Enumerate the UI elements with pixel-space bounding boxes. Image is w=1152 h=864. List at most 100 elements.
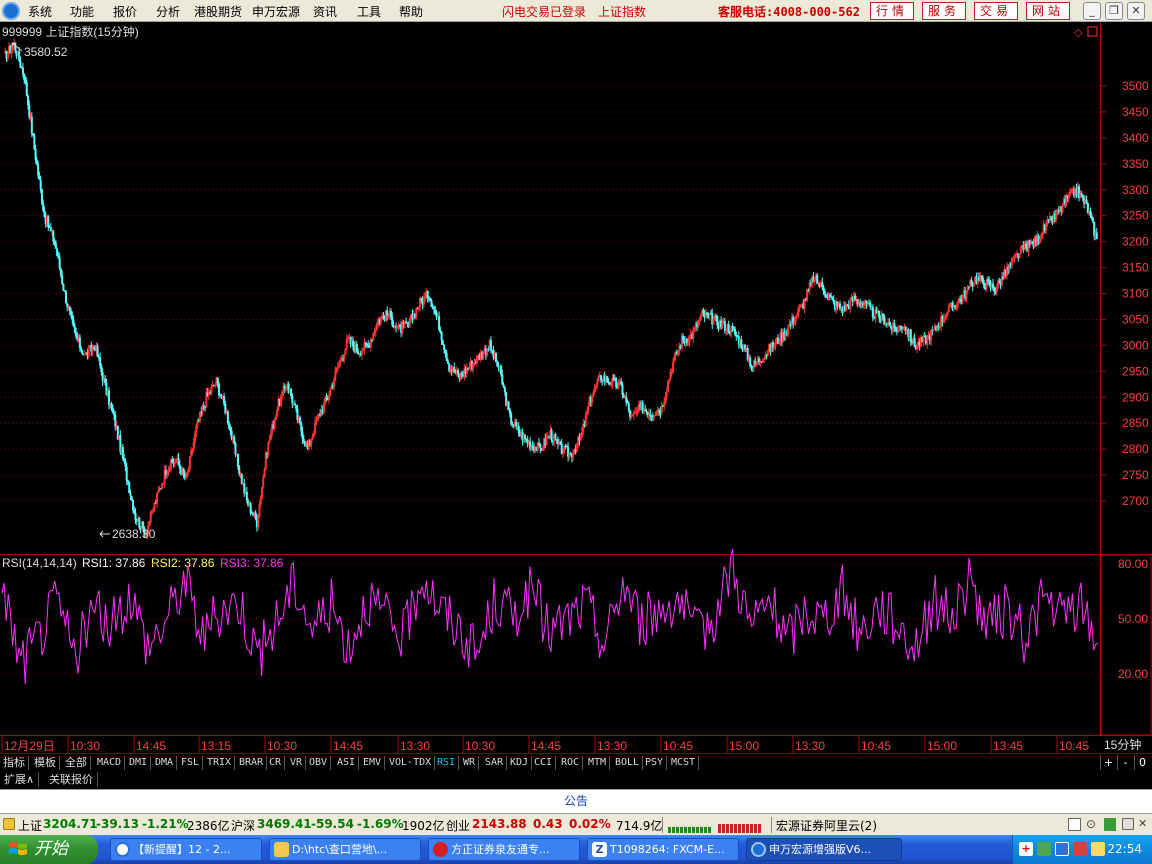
- menu-news[interactable]: 资讯: [313, 3, 337, 20]
- settings-icon[interactable]: [1122, 818, 1134, 830]
- indicator-tab-rsi[interactable]: RSI: [434, 756, 460, 770]
- candle-body: [422, 297, 425, 305]
- indicator-tab-brar[interactable]: BRAR: [236, 756, 268, 770]
- start-button[interactable]: 开始: [0, 835, 98, 864]
- menu-function[interactable]: 功能: [70, 3, 94, 20]
- candle-body: [405, 321, 408, 323]
- time-label: 13:30: [795, 739, 825, 753]
- close-icon[interactable]: ✕: [1127, 2, 1145, 20]
- menu-analysis[interactable]: 分析: [156, 3, 180, 20]
- candle-body: [794, 316, 797, 322]
- indicator-tab--[interactable]: 全部: [62, 756, 91, 770]
- candle-body: [228, 423, 231, 429]
- indicator-tab-mtm[interactable]: MTM: [585, 756, 611, 770]
- taskbar-item-folder[interactable]: D:\htc\查口营地\...: [269, 838, 421, 861]
- indicator-tab-vol-tdx[interactable]: VOL-TDX: [386, 756, 436, 770]
- breadth-bar: [680, 827, 683, 833]
- candle-body: [35, 160, 38, 165]
- indicator-tab-dma[interactable]: DMA: [152, 756, 178, 770]
- menu-quote[interactable]: 报价: [113, 3, 137, 20]
- candle-body: [245, 491, 248, 501]
- website-button[interactable]: 网站: [1026, 2, 1070, 20]
- reset-button[interactable]: 0: [1134, 755, 1150, 770]
- candle-body: [345, 339, 348, 349]
- restore-icon[interactable]: ❐: [1105, 2, 1123, 20]
- diamond-icon[interactable]: ◇: [1074, 27, 1083, 39]
- candle-body: [298, 417, 301, 423]
- indicator-tab-kdj[interactable]: KDJ: [507, 756, 533, 770]
- taskbar-item-fxcm[interactable]: Z T1098264: FXCM-E...: [587, 838, 739, 861]
- candle-body: [970, 280, 973, 284]
- indicator-tab-roc[interactable]: ROC: [558, 756, 584, 770]
- folder-icon: [274, 842, 289, 857]
- candle-body: [401, 322, 404, 333]
- breadth-bar: [704, 827, 707, 833]
- indicator-tab-psy[interactable]: PSY: [642, 756, 668, 770]
- rsi-header: RSI(14,14,14): [2, 556, 77, 570]
- candle-body: [420, 298, 423, 301]
- candle-body: [828, 295, 831, 297]
- menu-system[interactable]: 系统: [28, 3, 52, 20]
- candle-body: [954, 305, 957, 308]
- indicator-tab-wr[interactable]: WR: [460, 756, 480, 770]
- taskbar-item-reminder[interactable]: 【新提醒】12 - 2...: [110, 838, 262, 861]
- price-tick-label: 2900: [1122, 390, 1149, 404]
- server-name[interactable]: 宏源证券阿里云(2): [776, 817, 877, 834]
- notification-icon[interactable]: [1091, 842, 1105, 856]
- expand-tab[interactable]: 扩展∧: [0, 772, 40, 787]
- indicator-tab-mcst[interactable]: MCST: [668, 756, 700, 770]
- candle-body: [1069, 190, 1072, 195]
- chart-area[interactable]: 999999 上证指数(15分钟) ◇ 3500 3450 3400 3350 3300…: [0, 23, 1152, 753]
- candle-body: [302, 438, 305, 442]
- indicator-tab-vr[interactable]: VR: [287, 756, 307, 770]
- indicator-tab-macd[interactable]: MACD: [94, 756, 126, 770]
- window-icon[interactable]: [1068, 818, 1081, 831]
- candle-body: [644, 409, 647, 411]
- candle-body: [1067, 194, 1070, 199]
- close-small-icon[interactable]: ✕: [1138, 817, 1147, 830]
- indicator-tab-cci[interactable]: CCI: [531, 756, 557, 770]
- candle-body: [773, 345, 776, 348]
- indicator-tab--[interactable]: 指标: [0, 756, 29, 770]
- indicator-tab-fsl[interactable]: FSL: [178, 756, 204, 770]
- time-label: 10:30: [465, 739, 495, 753]
- period-label[interactable]: 15分钟: [1104, 737, 1141, 752]
- minimize-icon[interactable]: _: [1083, 2, 1101, 20]
- hs-value: 3469.41: [257, 817, 312, 831]
- indicator-tab-trix[interactable]: TRIX: [204, 756, 236, 770]
- indicator-tab-sar[interactable]: SAR: [482, 756, 508, 770]
- menu-tools[interactable]: 工具: [357, 3, 381, 20]
- indicator-tab-obv[interactable]: OBV: [306, 756, 332, 770]
- notice-bar[interactable]: 公告: [0, 789, 1152, 813]
- input-method-icon[interactable]: +: [1019, 842, 1033, 856]
- indicator-tab-emv[interactable]: EMV: [360, 756, 386, 770]
- trade-button[interactable]: 交易: [974, 2, 1018, 20]
- zoom-in-button[interactable]: +: [1100, 755, 1116, 770]
- indicator-tab-cr[interactable]: CR: [266, 756, 286, 770]
- candle-body: [517, 426, 520, 434]
- security-icon[interactable]: [1073, 842, 1087, 856]
- candle-body: [279, 395, 282, 406]
- indicator-tab-asi[interactable]: ASI: [334, 756, 360, 770]
- menu-hk-futures[interactable]: 港股期货: [194, 3, 242, 20]
- signal-icon: [1104, 818, 1116, 831]
- lock-icon[interactable]: [3, 818, 15, 830]
- candle-body: [798, 307, 801, 309]
- indicator-tab-dmi[interactable]: DMI: [126, 756, 152, 770]
- menu-help[interactable]: 帮助: [399, 3, 423, 20]
- menu-swhy[interactable]: 申万宏源: [252, 3, 300, 20]
- taskbar-item-fzzq[interactable]: 方正证券泉友通专...: [428, 838, 580, 861]
- service-button[interactable]: 服务: [922, 2, 966, 20]
- candle-body: [390, 311, 393, 318]
- candle-body: [482, 352, 485, 359]
- candle-body: [525, 438, 528, 440]
- market-button[interactable]: 行情: [870, 2, 914, 20]
- network-icon[interactable]: [1037, 842, 1051, 856]
- indicator-tab--[interactable]: 模板: [31, 756, 60, 770]
- volume-icon[interactable]: [1055, 842, 1069, 856]
- indicator-tab-boll[interactable]: BOLL: [612, 756, 644, 770]
- zoom-out-button[interactable]: -: [1117, 755, 1133, 770]
- related-quotes-tab[interactable]: 关联报价: [45, 772, 98, 787]
- taskbar-item-swhy[interactable]: 申万宏源增强版V6...: [746, 838, 902, 861]
- pin-icon[interactable]: ⊙: [1086, 817, 1096, 831]
